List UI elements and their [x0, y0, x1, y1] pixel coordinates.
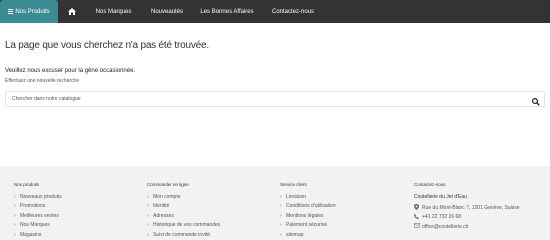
- footer-link[interactable]: › Nos Marques: [14, 221, 62, 231]
- footer-contact-heading: Contactez-nous: [414, 182, 446, 187]
- email-text: office@coutellerie.ch: [422, 223, 469, 230]
- footer-link[interactable]: › Paiement sécurisé: [280, 221, 336, 231]
- footer-orders-heading: Commander en ligne: [147, 182, 189, 187]
- footer-link[interactable]: › Magasins: [14, 230, 62, 240]
- address-text: Rue du Mont-Blanc 7, 1201 Genève, Suisse: [422, 204, 520, 211]
- apology-text: Veuillez nous excuser pour la gêne occas…: [5, 68, 136, 74]
- footer-link[interactable]: › Mentions légales: [280, 211, 336, 221]
- footer-service-heading: Service client: [280, 182, 307, 187]
- footer-link[interactable]: › Suivi de commande invité: [147, 230, 220, 240]
- search-box: [5, 91, 545, 107]
- menu-icon: [8, 8, 14, 15]
- footer-link[interactable]: › Nouveaux produits: [14, 192, 62, 202]
- search-icon: [531, 97, 540, 106]
- phone-icon: [414, 213, 422, 221]
- footer-link[interactable]: › sitemap: [280, 230, 336, 240]
- address-item: Rue du Mont-Blanc 7, 1201 Genève, Suisse: [414, 203, 520, 213]
- search-button[interactable]: [531, 94, 541, 106]
- footer-service-column: Service client › Livraison › Conditions d'…: [280, 182, 336, 240]
- map-marker-icon: [414, 203, 422, 212]
- search-input[interactable]: [6, 92, 526, 106]
- nav-brands-link[interactable]: Nos Marques: [86, 0, 141, 23]
- nav-deals-link[interactable]: Les Bonnes Affaires: [193, 0, 261, 23]
- footer-products-column: Nos produits › Nouveaux produits › Promoti…: [14, 182, 62, 240]
- footer-link[interactable]: › Meilleures ventes: [14, 211, 62, 221]
- footer-orders-column: Commander en ligne › Mon compte › Identité…: [147, 182, 220, 240]
- home-icon: [68, 8, 76, 15]
- nav-products-label: Nos Produits: [15, 8, 50, 15]
- footer-link[interactable]: › Adresses: [147, 211, 220, 221]
- footer-link[interactable]: › Identité: [147, 202, 220, 212]
- nav-contact-link[interactable]: Contactez-nous: [261, 0, 325, 23]
- footer-products-heading: Nos produits: [14, 182, 40, 187]
- top-navbar: Nos Produits Nos Marques Nouveautés Les …: [0, 0, 550, 23]
- footer-link[interactable]: › Conditions d'utilisation: [280, 202, 336, 212]
- footer: Nos produits › Nouveaux produits › Promoti…: [0, 166, 550, 240]
- page-title: La page que vous cherchez n'a pas été tr…: [5, 40, 209, 51]
- footer-link[interactable]: › Historique de vos commandes: [147, 221, 220, 231]
- phone-text: +41 22 732 26 68: [422, 214, 462, 221]
- footer-link[interactable]: › Mon compte: [147, 192, 220, 202]
- footer-link[interactable]: › Promotions: [14, 202, 62, 212]
- footer-link[interactable]: › Livraison: [280, 192, 336, 202]
- search-suggestion-text: Effectuez une nouvelle recherche: [5, 78, 80, 84]
- envelope-icon: [414, 223, 422, 230]
- email-item[interactable]: office@coutellerie.ch: [414, 222, 520, 232]
- nav-home-link[interactable]: [58, 0, 86, 23]
- footer-contact-column: Contactez-nous Coutellerie du Jet d'Eau …: [414, 182, 520, 232]
- phone-item[interactable]: +41 22 732 26 68: [414, 213, 520, 223]
- nav-news-link[interactable]: Nouveautés: [141, 0, 193, 23]
- company-name: Coutellerie du Jet d'Eau: [414, 193, 467, 200]
- nav-products-button[interactable]: Nos Produits: [0, 0, 58, 23]
